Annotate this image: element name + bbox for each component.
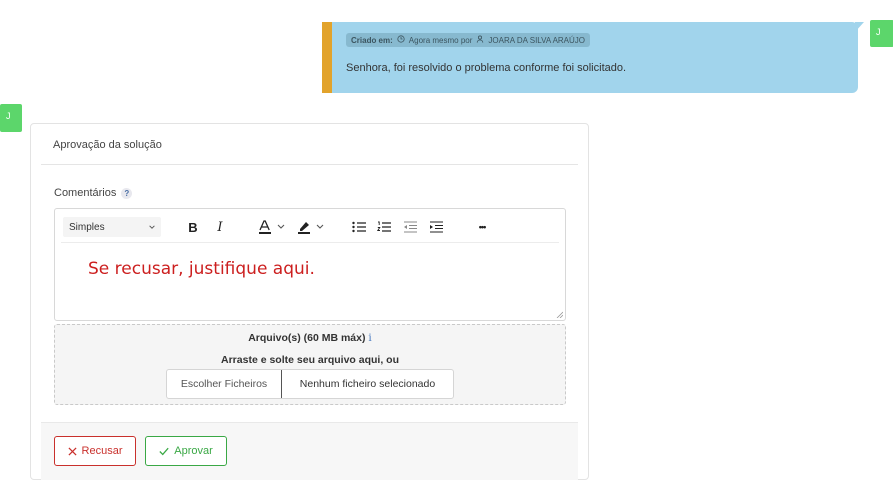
comments-label: Comentários ? [54, 187, 133, 199]
approve-button[interactable]: Aprovar [145, 436, 227, 466]
indent-icon [430, 221, 443, 233]
message-bubble-tail [855, 22, 864, 32]
bulleted-list-icon [352, 221, 366, 233]
more-options-button[interactable]: ••• [471, 218, 493, 236]
rich-text-editor: Simples B I ••• Se recusar, justifique a… [54, 208, 566, 321]
message-text: Senhora, foi resolvido o problema confor… [346, 62, 627, 74]
selected-file-name: Nenhum ficheiro selecionado [299, 378, 436, 390]
text-color-button[interactable] [254, 218, 290, 236]
file-input[interactable]: Escolher Ficheiros Nenhum ficheiro selec… [166, 369, 454, 399]
info-icon[interactable]: i [368, 332, 371, 344]
chevron-down-icon [149, 225, 155, 229]
more-icon: ••• [478, 222, 487, 232]
highlight-button[interactable] [293, 218, 329, 236]
message-author: JOARA DA SILVA ARAÚJO [488, 35, 586, 45]
italic-icon: I [217, 219, 223, 235]
reply-avatar-initial: J [6, 111, 11, 121]
card-footer: Recusar Aprovar [41, 422, 578, 480]
outdent-button[interactable] [402, 218, 418, 236]
resize-handle-icon[interactable] [556, 311, 563, 318]
paragraph-style-value: Simples [69, 222, 105, 233]
upload-instructions: Arraste e solte seu arquivo aqui, ou [221, 354, 399, 366]
clock-icon [397, 35, 405, 45]
numbered-list-button[interactable] [376, 218, 392, 236]
bold-button[interactable]: B [183, 218, 203, 236]
highlight-icon [298, 222, 324, 234]
editor-content[interactable]: Se recusar, justifique aqui. [88, 259, 315, 279]
message-bubble: Criado em: Agora mesmo por JOARA DA SILV… [322, 22, 858, 93]
approve-button-label: Aprovar [174, 445, 213, 457]
outdent-icon [404, 221, 417, 233]
approval-card: Aprovação da solução Comentários ? Simpl… [30, 123, 589, 480]
editor-toolbar: Simples B I ••• [55, 209, 565, 243]
author-avatar-initial: J [876, 27, 881, 37]
message-time: Agora mesmo por [408, 35, 473, 45]
card-title: Aprovação da solução [53, 139, 162, 151]
message-meta-badge: Criado em: Agora mesmo por JOARA DA SILV… [346, 33, 591, 47]
text-color-icon [259, 220, 285, 234]
user-icon [476, 35, 484, 45]
card-divider [41, 164, 578, 165]
bold-icon: B [188, 219, 198, 235]
reply-avatar: J [0, 104, 22, 132]
upload-title-text: Arquivo(s) (60 MB máx) [248, 332, 366, 344]
reject-button[interactable]: Recusar [54, 436, 136, 466]
help-icon[interactable]: ? [121, 187, 133, 199]
bulleted-list-button[interactable] [351, 218, 367, 236]
check-icon [159, 447, 169, 455]
italic-button[interactable]: I [210, 218, 230, 236]
reject-button-label: Recusar [81, 445, 123, 457]
author-avatar: J [870, 20, 893, 47]
indent-button[interactable] [428, 218, 444, 236]
upload-title: Arquivo(s) (60 MB máx) i [55, 332, 565, 344]
file-dropzone[interactable]: Arquivo(s) (60 MB máx) i Arraste e solte… [54, 324, 566, 405]
comments-label-text: Comentários [54, 187, 117, 199]
paragraph-style-select[interactable]: Simples [63, 217, 161, 237]
numbered-list-icon [377, 221, 391, 232]
choose-files-button[interactable]: Escolher Ficheiros [167, 370, 282, 398]
close-icon [67, 446, 77, 456]
toolbar-divider [61, 242, 559, 243]
created-label: Criado em: [351, 35, 393, 45]
